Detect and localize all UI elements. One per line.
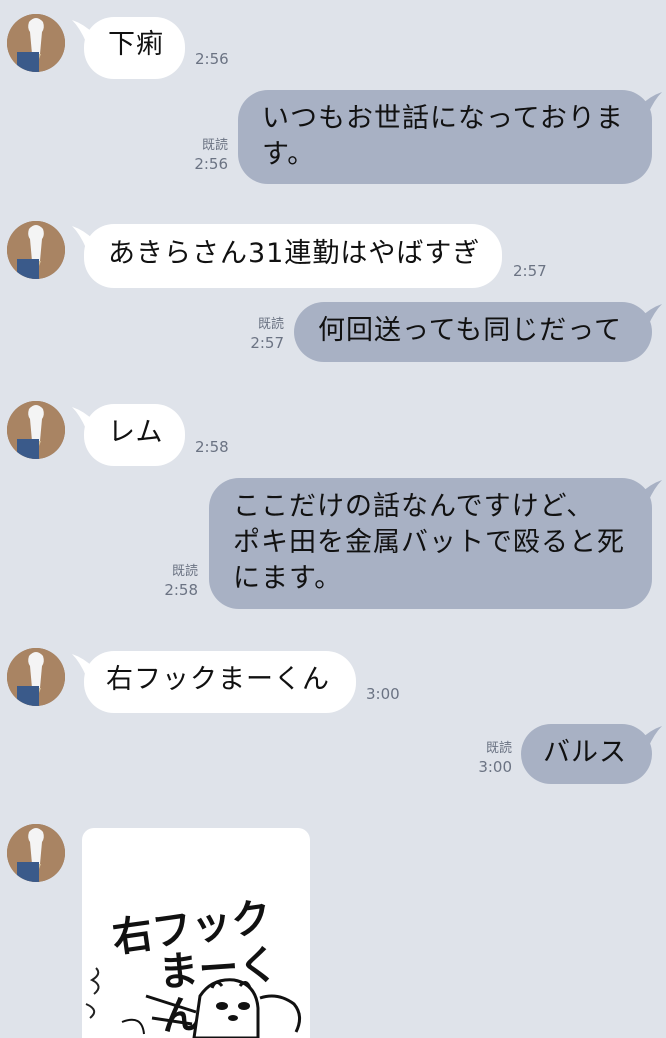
incoming-message[interactable]: 右フックまーくん xyxy=(84,651,356,713)
outgoing-message[interactable]: バルス xyxy=(521,724,652,784)
read-receipt: 既読 xyxy=(257,317,284,332)
bubble-tail xyxy=(640,304,662,326)
chat-screen: { "messages": [ {"side": "in", "text": "… xyxy=(0,0,666,1038)
incoming-message[interactable]: 下痢 xyxy=(84,17,185,79)
read-receipt: 既読 xyxy=(171,564,198,579)
message-time: 3:00 xyxy=(366,685,400,703)
message-meta: 既読 2:58 xyxy=(150,562,198,600)
incoming-message[interactable]: レム xyxy=(84,404,185,466)
message-meta: 既読 2:57 xyxy=(236,315,284,353)
sender-avatar[interactable] xyxy=(7,648,65,706)
read-receipt: 既読 xyxy=(485,741,512,756)
sticker-character-icon xyxy=(85,967,301,1038)
incoming-message[interactable]: あきらさん31連勤はやばすぎ xyxy=(84,224,502,288)
sender-avatar[interactable] xyxy=(7,401,65,459)
sender-avatar[interactable] xyxy=(7,824,65,882)
message-meta: 既読 2:56 xyxy=(180,136,228,174)
message-time: 2:56 xyxy=(194,155,228,173)
message-time: 2:56 xyxy=(195,50,229,68)
bubble-tail xyxy=(640,480,662,502)
sender-avatar[interactable] xyxy=(7,14,65,72)
bubble-tail xyxy=(640,726,662,748)
sender-avatar[interactable] xyxy=(7,221,65,279)
message-time: 2:58 xyxy=(164,581,198,599)
message-time: 2:57 xyxy=(250,334,284,352)
message-time: 3:00 xyxy=(478,758,512,776)
outgoing-message[interactable]: ここだけの話なんですけど、 ポキ田を金属バットで殴ると死 にます。 xyxy=(209,478,652,609)
message-meta: 既読 3:00 xyxy=(464,739,512,777)
read-receipt: 既読 xyxy=(201,138,228,153)
outgoing-message[interactable]: いつもお世話になっておりま す。 xyxy=(238,90,652,184)
outgoing-message[interactable]: 何回送っても同じだって xyxy=(294,302,652,362)
message-time: 2:58 xyxy=(195,438,229,456)
sticker-image[interactable]: 右フック まーくん xyxy=(82,828,310,1038)
bubble-tail xyxy=(640,92,662,114)
message-time: 2:57 xyxy=(513,262,547,280)
